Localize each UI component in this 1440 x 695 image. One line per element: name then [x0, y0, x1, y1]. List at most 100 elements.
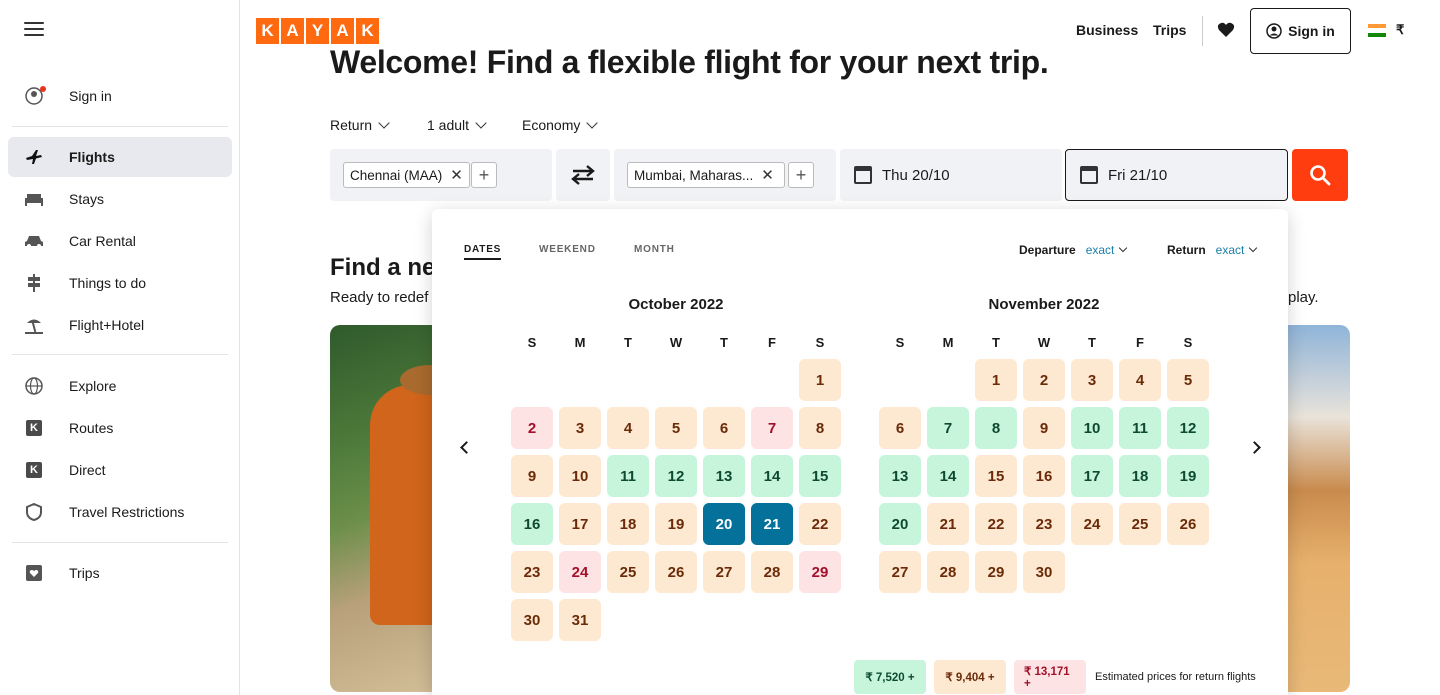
calendar-day[interactable]: 21 [927, 503, 969, 545]
calendar-day[interactable]: 14 [927, 455, 969, 497]
calendar-day[interactable]: 30 [1023, 551, 1065, 593]
trips-link[interactable]: Trips [1153, 22, 1186, 38]
sidebar-item-routes[interactable]: K Routes [8, 408, 232, 448]
calendar-day[interactable]: 8 [799, 407, 841, 449]
previous-month-button[interactable] [454, 435, 478, 459]
calendar-day[interactable]: 11 [1119, 407, 1161, 449]
cabin-class-dropdown[interactable]: Economy [522, 117, 599, 133]
destination-photo[interactable] [1280, 325, 1350, 692]
calendar-day[interactable]: 27 [703, 551, 745, 593]
calendar-day[interactable]: 17 [559, 503, 601, 545]
sidebar-item-stays[interactable]: Stays [8, 179, 232, 219]
tab-dates[interactable]: DATES [464, 244, 502, 260]
calendar-day[interactable]: 24 [1071, 503, 1113, 545]
calendar-day[interactable]: 5 [1167, 359, 1209, 401]
calendar-day[interactable]: 2 [1023, 359, 1065, 401]
calendar-day[interactable]: 22 [975, 503, 1017, 545]
sidebar-item-trips[interactable]: Trips [8, 553, 232, 593]
calendar-day[interactable]: 20 [703, 503, 745, 545]
calendar-day[interactable]: 12 [1167, 407, 1209, 449]
sidebar-item-flights[interactable]: Flights [8, 137, 232, 177]
calendar-day[interactable]: 28 [751, 551, 793, 593]
calendar-day[interactable]: 7 [927, 407, 969, 449]
calendar-day[interactable]: 31 [559, 599, 601, 641]
calendar-day[interactable]: 24 [559, 551, 601, 593]
calendar-day[interactable]: 29 [975, 551, 1017, 593]
tab-weekend[interactable]: WEEKEND [539, 244, 596, 255]
sidebar-item-sign-in[interactable]: Sign in [8, 76, 232, 116]
calendar-day[interactable]: 3 [559, 407, 601, 449]
calendar-day[interactable]: 19 [655, 503, 697, 545]
remove-origin-icon[interactable]: ✕ [450, 166, 463, 184]
calendar-day[interactable]: 7 [751, 407, 793, 449]
business-link[interactable]: Business [1076, 22, 1138, 38]
calendar-day[interactable]: 17 [1071, 455, 1113, 497]
calendar-day[interactable]: 19 [1167, 455, 1209, 497]
calendar-day[interactable]: 4 [607, 407, 649, 449]
sign-in-button[interactable]: Sign in [1250, 8, 1351, 54]
sidebar-item-explore[interactable]: Explore [8, 366, 232, 406]
calendar-day[interactable]: 29 [799, 551, 841, 593]
calendar-day[interactable]: 25 [607, 551, 649, 593]
sidebar-item-things-to-do[interactable]: Things to do [8, 263, 232, 303]
calendar-day[interactable]: 1 [975, 359, 1017, 401]
calendar-day[interactable]: 22 [799, 503, 841, 545]
return-flex-dropdown[interactable]: Return exact [1167, 243, 1258, 257]
calendar-day[interactable]: 18 [607, 503, 649, 545]
india-flag-icon[interactable] [1368, 24, 1386, 37]
sidebar-item-car-rental[interactable]: Car Rental [8, 221, 232, 261]
calendar-day[interactable]: 6 [879, 407, 921, 449]
calendar-day[interactable]: 10 [559, 455, 601, 497]
calendar-day[interactable]: 15 [799, 455, 841, 497]
kayak-logo[interactable]: K A Y A K [256, 18, 379, 44]
add-origin-button[interactable]: + [471, 162, 497, 188]
calendar-day[interactable]: 23 [511, 551, 553, 593]
calendar-day[interactable]: 8 [975, 407, 1017, 449]
calendar-day[interactable]: 13 [703, 455, 745, 497]
calendar-day[interactable]: 5 [655, 407, 697, 449]
swap-button[interactable] [556, 149, 610, 201]
calendar-day[interactable]: 25 [1119, 503, 1161, 545]
calendar-day[interactable]: 16 [1023, 455, 1065, 497]
sidebar-item-direct[interactable]: K Direct [8, 450, 232, 490]
heart-icon[interactable] [1216, 20, 1236, 40]
origin-field[interactable]: Chennai (MAA) ✕ + [330, 149, 552, 201]
departure-flex-dropdown[interactable]: Departure exact [1019, 243, 1128, 257]
trip-type-dropdown[interactable]: Return [330, 117, 390, 133]
calendar-day[interactable]: 3 [1071, 359, 1113, 401]
depart-date-field[interactable]: Thu 20/10 [840, 149, 1062, 201]
calendar-day[interactable]: 18 [1119, 455, 1161, 497]
tab-month[interactable]: MONTH [634, 244, 675, 255]
calendar-day[interactable]: 14 [751, 455, 793, 497]
calendar-day[interactable]: 16 [511, 503, 553, 545]
remove-destination-icon[interactable]: ✕ [761, 166, 774, 184]
calendar-day[interactable]: 2 [511, 407, 553, 449]
calendar-day[interactable]: 30 [511, 599, 553, 641]
travelers-dropdown[interactable]: 1 adult [427, 117, 487, 133]
calendar-day[interactable]: 4 [1119, 359, 1161, 401]
calendar-day[interactable]: 28 [927, 551, 969, 593]
sidebar-item-travel-restrictions[interactable]: Travel Restrictions [8, 492, 232, 532]
calendar-day[interactable]: 15 [975, 455, 1017, 497]
next-month-button[interactable] [1242, 435, 1266, 459]
calendar-day[interactable]: 11 [607, 455, 649, 497]
sidebar-item-flight-hotel[interactable]: Flight+Hotel [8, 305, 232, 345]
calendar-day[interactable]: 21 [751, 503, 793, 545]
calendar-day[interactable]: 20 [879, 503, 921, 545]
return-date-field[interactable]: Fri 21/10 [1065, 149, 1288, 201]
calendar-day[interactable]: 13 [879, 455, 921, 497]
calendar-day[interactable]: 23 [1023, 503, 1065, 545]
calendar-day[interactable]: 9 [1023, 407, 1065, 449]
add-destination-button[interactable]: + [788, 162, 814, 188]
calendar-day[interactable]: 26 [655, 551, 697, 593]
search-button[interactable] [1292, 149, 1348, 201]
calendar-day[interactable]: 27 [879, 551, 921, 593]
calendar-day[interactable]: 1 [799, 359, 841, 401]
calendar-day[interactable]: 12 [655, 455, 697, 497]
currency-selector[interactable]: ₹ [1396, 22, 1404, 38]
destination-field[interactable]: Mumbai, Maharas... ✕ + [614, 149, 836, 201]
menu-icon[interactable] [24, 22, 44, 40]
calendar-day[interactable]: 9 [511, 455, 553, 497]
calendar-day[interactable]: 10 [1071, 407, 1113, 449]
calendar-day[interactable]: 6 [703, 407, 745, 449]
